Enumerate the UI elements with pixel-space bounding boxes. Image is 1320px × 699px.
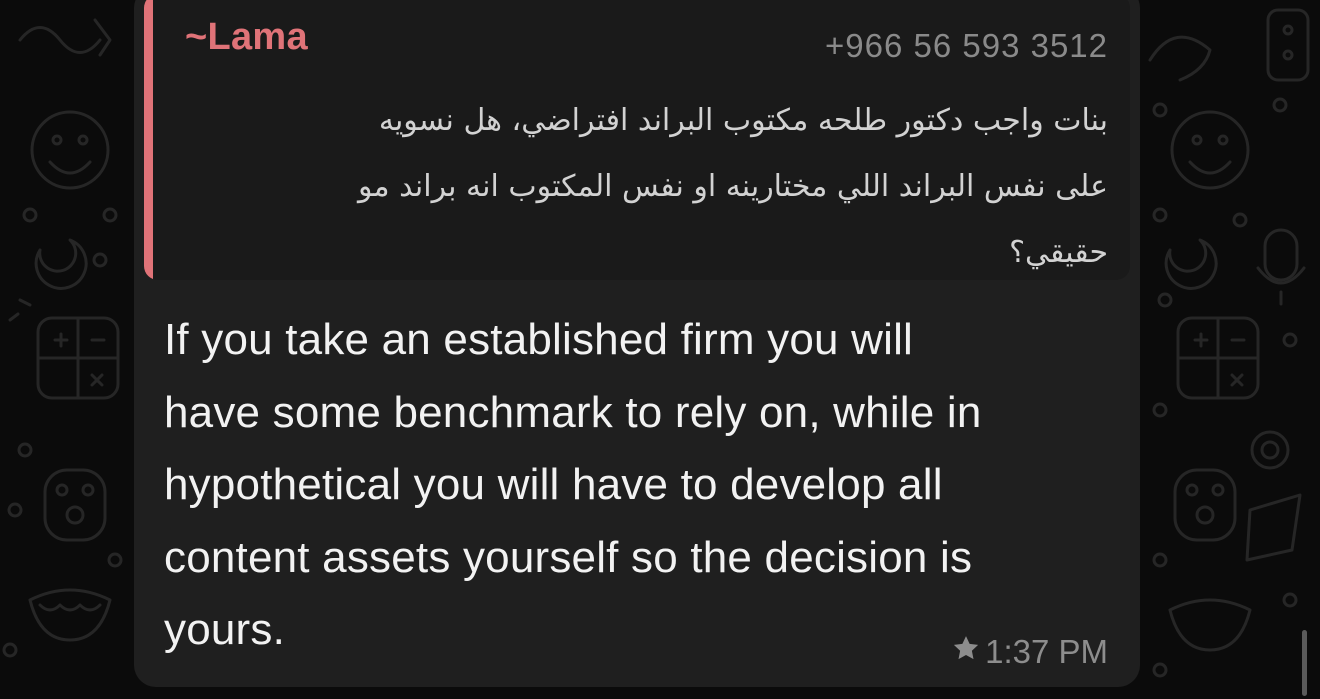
message-text-line: have some benchmark to rely on, while in — [164, 387, 982, 437]
quote-author-phone: +966 56 593 3512 — [824, 27, 1108, 64]
quote-text: بنات واجب دكتور طلحه مكتوب البراند افترا… — [208, 88, 1108, 280]
message-meta: 1:37 PM — [951, 632, 1108, 672]
quote-text-line: بنات واجب دكتور طلحه مكتوب البراند افترا… — [378, 103, 1108, 138]
message-time: 1:37 PM — [985, 633, 1108, 670]
quote-accent-bar — [144, 0, 153, 280]
scrollbar-thumb[interactable] — [1302, 630, 1307, 696]
quote-author-name: ~Lama — [185, 16, 308, 58]
quote-text-line: على نفس البراند اللي مختارينه او نفس الم… — [358, 169, 1108, 204]
message-text-line: hypothetical you will have to develop al… — [164, 460, 943, 509]
star-icon — [951, 632, 981, 672]
message-text: If you take an established firm you will… — [164, 304, 1119, 667]
quote-text-line: حقيقي؟ — [1009, 235, 1108, 270]
message-text-line: If you take an established firm you will — [164, 315, 914, 364]
quoted-message[interactable]: ~Lama +966 56 593 3512 بنات واجب دكتور ط… — [144, 0, 1130, 280]
message-text-line: content assets yourself so the decision … — [164, 532, 973, 582]
message-bubble[interactable]: ~Lama +966 56 593 3512 بنات واجب دكتور ط… — [134, 0, 1140, 687]
